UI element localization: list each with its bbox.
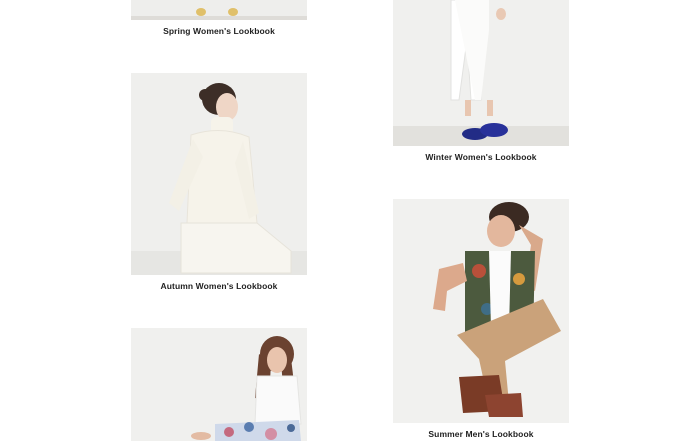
lookbook-card-winter-women[interactable] [393,0,569,146]
lookbook-card-floral-women[interactable] [131,328,307,441]
lookbook-title-winter-women[interactable]: Winter Women's Lookbook [393,152,569,162]
lookbook-card-summer-men[interactable] [393,199,569,423]
lookbook-title-spring-women[interactable]: Spring Women's Lookbook [131,26,307,36]
autumn-women-photo [131,73,307,275]
lookbook-card-autumn-women[interactable] [131,73,307,275]
spring-women-photo [131,0,307,20]
summer-men-photo [393,199,569,423]
lookbook-title-summer-men[interactable]: Summer Men's Lookbook [393,429,569,439]
floral-women-photo [131,328,307,441]
lookbook-card-spring-women[interactable] [131,0,307,20]
lookbook-title-autumn-women[interactable]: Autumn Women's Lookbook [131,281,307,291]
winter-women-photo [393,0,569,146]
